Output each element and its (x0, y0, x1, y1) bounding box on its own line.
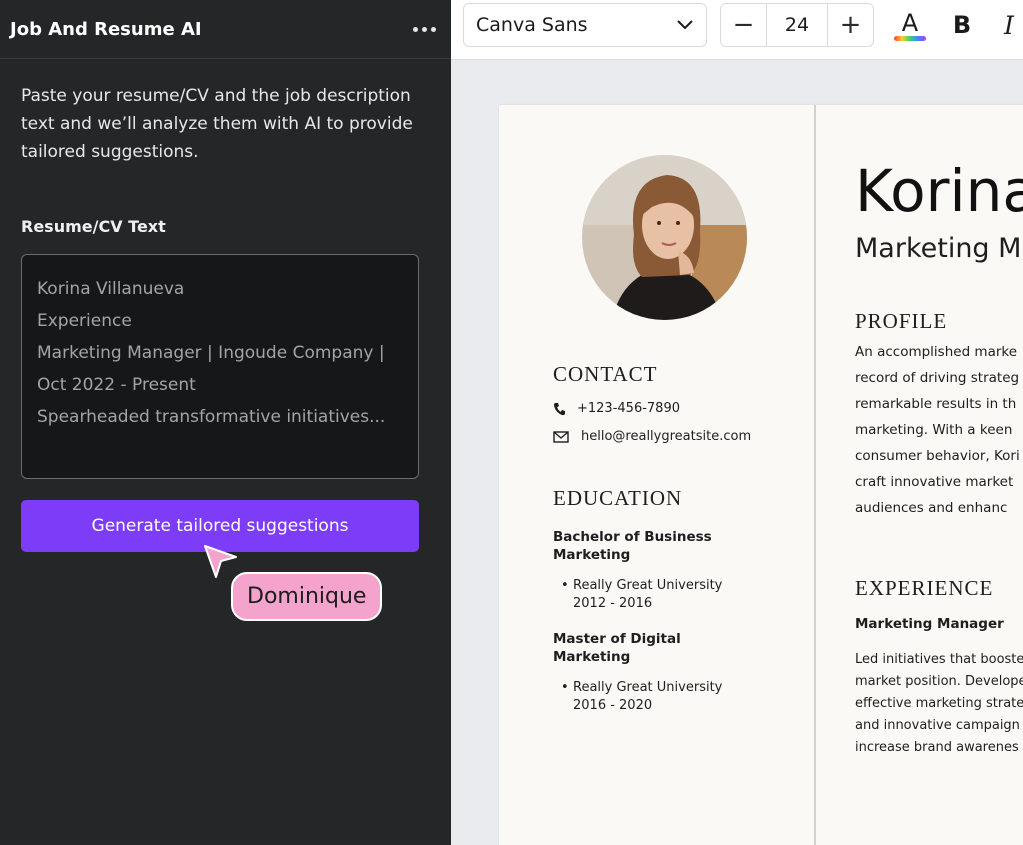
more-options-button[interactable] (407, 14, 441, 44)
italic-button[interactable]: I (995, 8, 1023, 42)
collaborator-cursor-icon (204, 545, 237, 578)
education-heading: EDUCATION (553, 486, 683, 510)
resume-role: Marketing M (855, 233, 1022, 264)
phone-text: +123-456-7890 (577, 401, 680, 416)
font-family-value: Canva Sans (476, 14, 588, 36)
mail-icon (553, 430, 569, 443)
resume-line: Marketing Manager | Ingoude Company | (37, 343, 385, 363)
resume-line: Experience (37, 311, 132, 331)
email-text: hello@reallygreatsite.com (581, 429, 752, 444)
degree-title: Bachelor of Business Marketing (553, 529, 712, 563)
increase-size-button[interactable]: + (828, 4, 873, 46)
contact-heading: CONTACT (553, 362, 658, 386)
panel-title: Job And Resume AI (10, 18, 202, 40)
resume-text-input[interactable]: Korina Villanueva Experience Marketing M… (21, 254, 419, 479)
resume-name: Korina (855, 157, 1023, 225)
resume-line: Spearheaded transformative initiatives..… (37, 407, 386, 427)
panel-header: Job And Resume AI (0, 0, 451, 59)
bold-button[interactable]: B (947, 8, 977, 42)
font-size-value[interactable]: 24 (766, 4, 828, 46)
profile-heading: PROFILE (855, 309, 948, 333)
phone-icon (554, 402, 565, 415)
text-toolbar: Canva Sans − 24 + A B I (451, 0, 1023, 60)
font-family-dropdown[interactable]: Canva Sans (463, 3, 707, 47)
column-divider (814, 105, 816, 845)
text-color-icon[interactable]: A (890, 6, 930, 44)
app-side-panel: Job And Resume AI Paste your resume/CV a… (0, 0, 451, 845)
chevron-down-icon (677, 20, 693, 30)
experience-heading: EXPERIENCE (855, 576, 994, 600)
job-title: Marketing Manager (855, 616, 1004, 632)
font-size-stepper: − 24 + (720, 3, 874, 47)
collaborator-name-tag: Dominique (231, 572, 383, 621)
experience-text: Led initiatives that booste market posit… (855, 652, 1023, 755)
profile-photo (582, 155, 747, 320)
resume-line: Korina Villanueva (37, 279, 185, 299)
resume-document[interactable]: CONTACT +123-456-7890 hello@reallygreats… (499, 105, 1023, 845)
resume-field-label: Resume/CV Text (21, 217, 166, 236)
more-dots-icon (412, 26, 418, 32)
svg-text:A: A (902, 9, 919, 37)
contact-phone: +123-456-7890 (553, 401, 680, 416)
profile-text: An accomplished marke record of driving … (855, 344, 1020, 516)
resume-line: Oct 2022 - Present (37, 375, 196, 395)
degree-title: Master of Digital Marketing (553, 631, 681, 665)
contact-email: hello@reallygreatsite.com (553, 429, 751, 444)
education-school: • Really Great University 2016 - 2020 (561, 680, 723, 713)
decrease-size-button[interactable]: − (721, 4, 766, 46)
panel-intro-text: Paste your resume/CV and the job descrip… (21, 86, 413, 162)
education-school: • Really Great University 2012 - 2016 (561, 578, 723, 611)
